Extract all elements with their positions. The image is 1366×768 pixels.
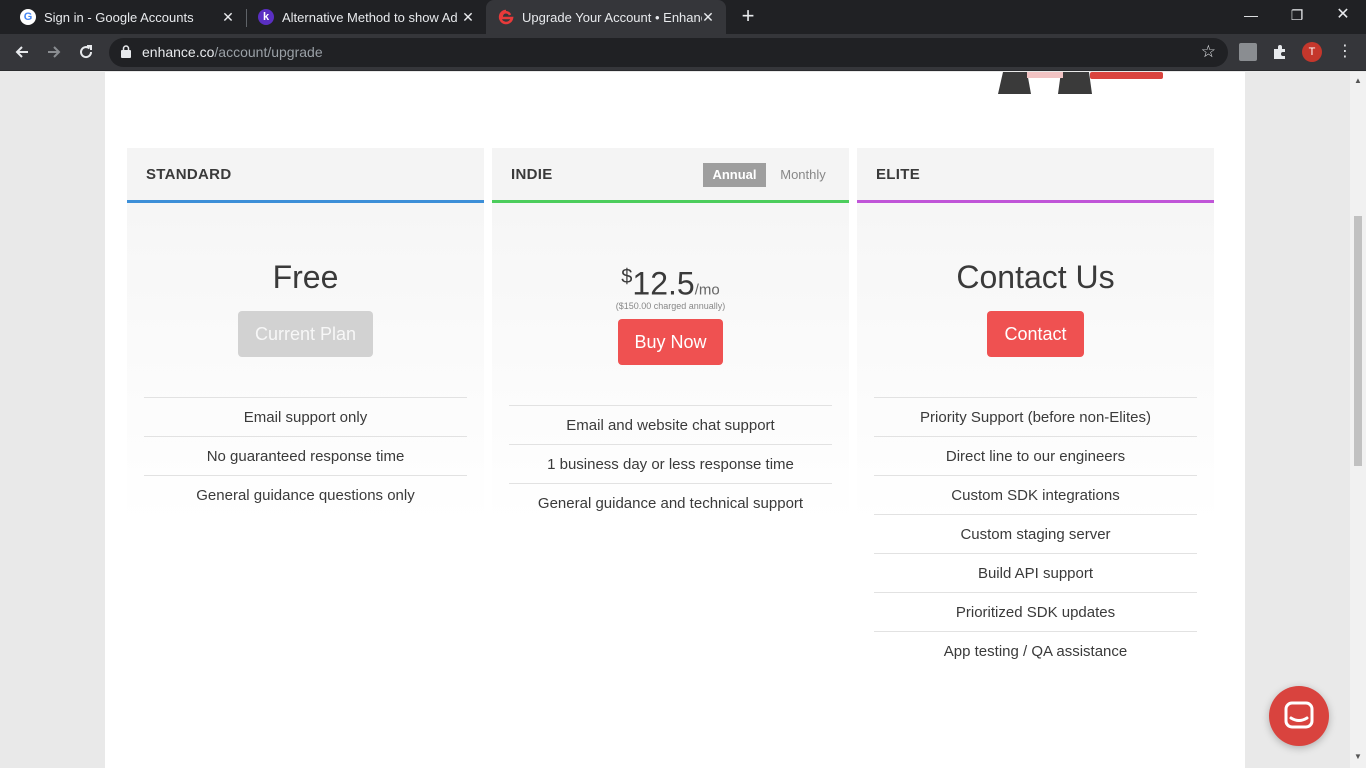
browser-menu-icon[interactable]: ⋮ bbox=[1337, 42, 1353, 62]
price-note: ($150.00 charged annually) bbox=[615, 301, 726, 311]
price-note bbox=[127, 301, 484, 311]
price-currency: $ bbox=[621, 266, 633, 288]
feature-item: App testing / QA assistance bbox=[874, 631, 1197, 670]
billing-toggle-annual[interactable]: Annual bbox=[703, 163, 766, 187]
bookmark-star-icon[interactable]: ☆ bbox=[1201, 42, 1216, 62]
plan-header: ELITE bbox=[857, 148, 1214, 203]
extension-fb-icon[interactable] bbox=[1239, 43, 1257, 61]
plan-name: ELITE bbox=[876, 166, 921, 183]
k-icon: k bbox=[258, 9, 274, 25]
minimize-button[interactable]: — bbox=[1228, 0, 1274, 30]
feature-item: Prioritized SDK updates bbox=[874, 592, 1197, 631]
feature-item: Priority Support (before non-Elites) bbox=[874, 397, 1197, 436]
price-note bbox=[857, 301, 1214, 311]
tab-alternative-method[interactable]: k Alternative Method to show Adm ✕ bbox=[246, 0, 486, 34]
reload-button[interactable] bbox=[73, 39, 99, 65]
feature-item: Custom SDK integrations bbox=[874, 475, 1197, 514]
buy-now-button[interactable]: Buy Now bbox=[618, 319, 723, 365]
plan-name: INDIE bbox=[511, 166, 553, 183]
feature-item: Email support only bbox=[144, 397, 467, 436]
feature-list: Priority Support (before non-Elites) Dir… bbox=[874, 397, 1197, 670]
feature-item: 1 business day or less response time bbox=[509, 444, 832, 483]
tab-upgrade-account[interactable]: Upgrade Your Account • Enhance ✕ bbox=[486, 0, 726, 34]
chat-icon bbox=[1284, 701, 1314, 729]
tab-google-accounts[interactable]: G Sign in - Google Accounts ✕ bbox=[0, 0, 246, 34]
close-icon[interactable]: ✕ bbox=[700, 9, 716, 25]
feature-list: Email support only No guaranteed respons… bbox=[144, 397, 467, 514]
profile-avatar[interactable]: T bbox=[1302, 42, 1322, 62]
billing-toggle-monthly[interactable]: Monthly bbox=[770, 163, 836, 187]
extensions-puzzle-icon[interactable] bbox=[1271, 43, 1289, 61]
plan-body: $12.5/mo ($150.00 charged annually) Buy … bbox=[492, 203, 849, 522]
tab-title: Alternative Method to show Adm bbox=[282, 9, 457, 25]
back-button[interactable] bbox=[9, 39, 35, 65]
plan-price: Contact Us bbox=[956, 259, 1115, 295]
tab-title: Upgrade Your Account • Enhance bbox=[522, 9, 702, 25]
close-icon[interactable]: ✕ bbox=[220, 9, 236, 25]
restore-button[interactable]: ❐ bbox=[1274, 0, 1320, 30]
url-host: enhance.co bbox=[142, 44, 215, 60]
address-bar[interactable]: enhance.co/account/upgrade ☆ bbox=[109, 38, 1228, 67]
plan-price: Free bbox=[272, 259, 339, 295]
new-tab-button[interactable]: + bbox=[738, 5, 758, 29]
hero-illustration bbox=[998, 72, 1163, 94]
feature-item: Build API support bbox=[874, 553, 1197, 592]
scroll-up-arrow-icon[interactable]: ▲ bbox=[1354, 76, 1362, 85]
feature-item: Custom staging server bbox=[874, 514, 1197, 553]
plan-body: Free Current Plan Email support only No … bbox=[127, 203, 484, 514]
browser-toolbar: enhance.co/account/upgrade ☆ T ⋮ bbox=[0, 34, 1366, 71]
scroll-down-arrow-icon[interactable]: ▼ bbox=[1354, 752, 1362, 761]
enhance-icon bbox=[498, 9, 514, 25]
url-path: /account/upgrade bbox=[214, 44, 323, 60]
lock-icon bbox=[121, 45, 131, 58]
chat-launcher-button[interactable] bbox=[1269, 686, 1329, 746]
plan-card-elite: ELITE Contact Us Contact Priority Suppor… bbox=[857, 148, 1214, 670]
plan-card-standard: STANDARD Free Current Plan Email support… bbox=[127, 148, 484, 514]
page-scrollbar[interactable]: ▲ ▼ bbox=[1350, 72, 1366, 768]
plan-header: STANDARD bbox=[127, 148, 484, 203]
plan-name: STANDARD bbox=[146, 166, 232, 183]
close-icon[interactable]: ✕ bbox=[460, 9, 476, 25]
feature-item: No guaranteed response time bbox=[144, 436, 467, 475]
window-close-button[interactable]: ✕ bbox=[1320, 0, 1366, 30]
feature-item: Direct line to our engineers bbox=[874, 436, 1197, 475]
price-unit: /mo bbox=[694, 281, 720, 299]
contact-button[interactable]: Contact bbox=[987, 311, 1084, 357]
plan-header: INDIE Annual Monthly bbox=[492, 148, 849, 203]
feature-list: Email and website chat support 1 busines… bbox=[509, 405, 832, 522]
browser-tab-strip: G Sign in - Google Accounts ✕ k Alternat… bbox=[0, 0, 1366, 34]
forward-button[interactable] bbox=[41, 39, 67, 65]
feature-item: General guidance and technical support bbox=[509, 483, 832, 522]
tab-title: Sign in - Google Accounts bbox=[44, 9, 194, 25]
page-viewport: STANDARD Free Current Plan Email support… bbox=[0, 72, 1350, 768]
plan-card-indie: INDIE Annual Monthly $12.5/mo ($150.00 c… bbox=[492, 148, 849, 522]
google-icon: G bbox=[20, 9, 36, 25]
page-content: STANDARD Free Current Plan Email support… bbox=[105, 72, 1245, 768]
current-plan-button[interactable]: Current Plan bbox=[238, 311, 373, 357]
plan-price: $12.5/mo bbox=[492, 255, 849, 302]
plan-body: Contact Us Contact Priority Support (bef… bbox=[857, 203, 1214, 670]
price-amount: 12.5 bbox=[632, 265, 695, 302]
url-text: enhance.co/account/upgrade bbox=[142, 44, 323, 60]
feature-item: General guidance questions only bbox=[144, 475, 467, 514]
scrollbar-thumb[interactable] bbox=[1354, 216, 1362, 466]
feature-item: Email and website chat support bbox=[509, 405, 832, 444]
